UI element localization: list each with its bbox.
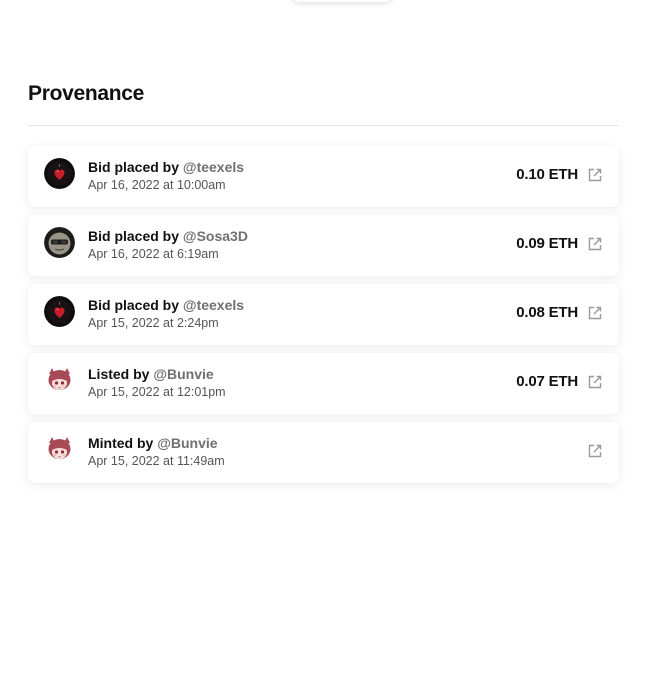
- event-action: Minted by: [88, 435, 154, 451]
- external-link-icon[interactable]: [587, 167, 603, 183]
- event-action: Bid placed by: [88, 159, 180, 175]
- red-heart-avatar-icon[interactable]: [44, 158, 75, 189]
- event-price: 0.09 ETH: [516, 235, 578, 252]
- event-line: Minted by @Bunvie: [88, 435, 225, 452]
- event-user-link[interactable]: @teexels: [183, 159, 244, 175]
- red-heart-avatar-icon[interactable]: [44, 296, 75, 327]
- event-line: Listed by @Bunvie: [88, 366, 226, 383]
- top-tab-edge: [292, 0, 392, 2]
- event-price: 0.07 ETH: [516, 373, 578, 390]
- external-link-icon[interactable]: [587, 236, 603, 252]
- external-link-icon[interactable]: [587, 443, 603, 459]
- event-price: 0.10 ETH: [516, 166, 578, 183]
- event-date: Apr 16, 2022 at 10:00am: [88, 178, 226, 192]
- provenance-row: Bid placed by @teexels Apr 16, 2022 at 1…: [28, 146, 619, 207]
- event-line: Bid placed by @Sosa3D: [88, 228, 248, 245]
- event-date: Apr 15, 2022 at 11:49am: [88, 454, 225, 468]
- event-price: 0.08 ETH: [516, 304, 578, 321]
- provenance-row: Bid placed by @teexels Apr 15, 2022 at 2…: [28, 284, 619, 345]
- event-date: Apr 16, 2022 at 6:19am: [88, 247, 219, 261]
- event-date: Apr 15, 2022 at 2:24pm: [88, 316, 219, 330]
- event-text: Minted by @Bunvie Apr 15, 2022 at 11:49a…: [88, 435, 225, 470]
- anime-girl-avatar-icon[interactable]: [44, 434, 75, 465]
- event-text: Bid placed by @teexels Apr 16, 2022 at 1…: [88, 159, 244, 194]
- event-line: Bid placed by @teexels: [88, 159, 244, 176]
- provenance-row: Bid placed by @Sosa3D Apr 16, 2022 at 6:…: [28, 215, 619, 276]
- section-title: Provenance: [28, 82, 145, 105]
- event-user-link[interactable]: @Bunvie: [157, 435, 217, 451]
- external-link-icon[interactable]: [587, 305, 603, 321]
- provenance-row: Minted by @Bunvie Apr 15, 2022 at 11:49a…: [28, 422, 619, 483]
- event-text: Listed by @Bunvie Apr 15, 2022 at 12:01p…: [88, 366, 226, 401]
- event-text: Bid placed by @teexels Apr 15, 2022 at 2…: [88, 297, 244, 332]
- event-text: Bid placed by @Sosa3D Apr 16, 2022 at 6:…: [88, 228, 248, 263]
- event-line: Bid placed by @teexels: [88, 297, 244, 314]
- event-date: Apr 15, 2022 at 12:01pm: [88, 385, 226, 399]
- event-action: Bid placed by: [88, 297, 180, 313]
- event-action: Bid placed by: [88, 228, 180, 244]
- event-action: Listed by: [88, 366, 150, 382]
- event-user-link[interactable]: @teexels: [183, 297, 244, 313]
- sunglasses-avatar-icon[interactable]: [44, 227, 75, 258]
- external-link-icon[interactable]: [587, 374, 603, 390]
- anime-girl-avatar-icon[interactable]: [44, 365, 75, 396]
- event-user-link[interactable]: @Bunvie: [153, 366, 213, 382]
- provenance-list: Bid placed by @teexels Apr 16, 2022 at 1…: [28, 146, 619, 491]
- provenance-row: Listed by @Bunvie Apr 15, 2022 at 12:01p…: [28, 353, 619, 414]
- event-user-link[interactable]: @Sosa3D: [183, 228, 248, 244]
- section-divider: [28, 125, 619, 126]
